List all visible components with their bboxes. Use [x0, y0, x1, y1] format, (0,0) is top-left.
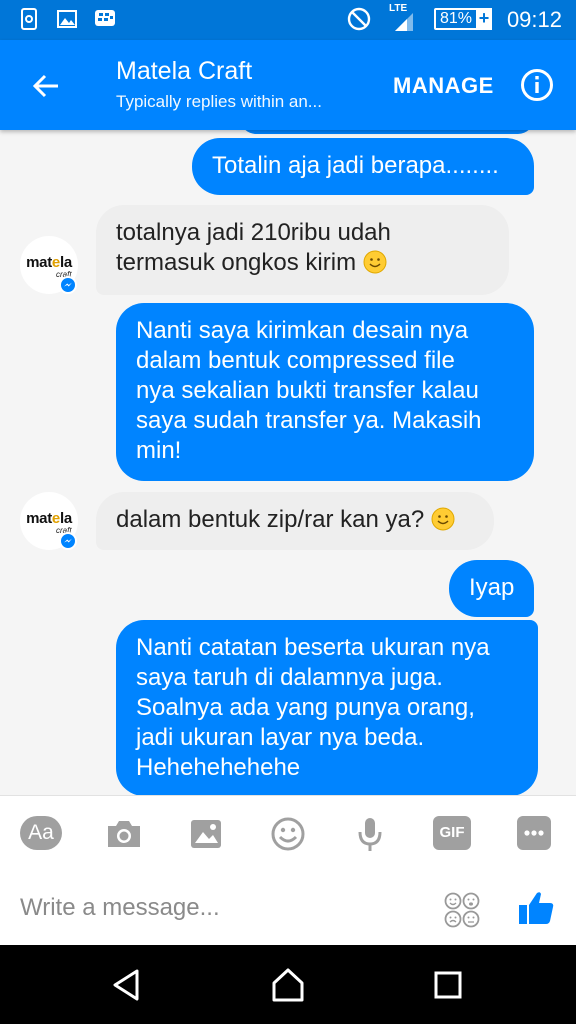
back-arrow-icon[interactable] — [28, 68, 64, 104]
like-thumb-icon[interactable] — [516, 888, 556, 928]
camera-icon[interactable] — [104, 816, 144, 852]
microphone-icon[interactable] — [350, 816, 390, 852]
status-bar: LTE 81% + 09:12 — [0, 0, 576, 40]
charging-icon: + — [476, 8, 492, 30]
smile-emoji-icon — [363, 250, 387, 274]
message-input[interactable] — [20, 894, 420, 922]
gallery-icon — [57, 10, 77, 28]
message-text: Totalin aja jadi berapa........ — [212, 152, 499, 179]
app-bar: Matela Craft Typically replies within an… — [0, 40, 576, 130]
stickers-icon[interactable] — [443, 891, 481, 929]
message-bubble-outgoing[interactable]: Nanti saya kirimkan desain nya dalam ben… — [116, 303, 534, 481]
brand-logo: matela — [26, 254, 72, 271]
message-bubble-incoming[interactable]: totalnya jadi 210ribu udah termasuk ongk… — [96, 205, 509, 295]
recent-apps-icon[interactable] — [430, 967, 466, 1003]
message-text-line: Nanti saya kirimkan desain nya — [136, 317, 469, 344]
do-not-disturb-icon — [347, 7, 371, 31]
message-text-line: dalam bentuk compressed file — [136, 347, 455, 374]
battery-indicator: 81% + — [434, 8, 492, 30]
message-text-line: Soalnya ada yang punya orang, — [136, 694, 475, 721]
clock: 09:12 — [506, 7, 562, 32]
manage-button[interactable]: MANAGE — [393, 73, 494, 99]
message-text-line: nya sekalian bukti transfer kalau — [136, 377, 479, 404]
message-text-line: termasuk ongkos kirim — [116, 249, 357, 276]
gallery-icon[interactable] — [186, 816, 226, 852]
gif-button[interactable]: GIF — [433, 816, 471, 850]
message-bubble-outgoing[interactable]: Nanti catatan beserta ukuran nya saya ta… — [116, 620, 538, 795]
reply-time-status: Typically replies within an... — [116, 92, 322, 111]
signal-icon — [395, 13, 413, 31]
text-style-button[interactable]: Aa — [20, 816, 62, 850]
home-icon[interactable] — [270, 967, 306, 1003]
message-text: Iyap — [469, 574, 515, 601]
messenger-badge-icon — [59, 276, 77, 294]
message-bubble-outgoing[interactable]: Iyap — [449, 560, 534, 617]
message-text-line: Hehehehehehe — [136, 754, 301, 781]
messenger-badge-icon — [59, 532, 77, 550]
page-title[interactable]: Matela Craft — [116, 57, 252, 86]
emoji-icon[interactable] — [268, 816, 308, 852]
message-bubble-outgoing[interactable]: Totalin aja jadi berapa........ — [192, 138, 534, 195]
message-text-line: totalnya jadi 210ribu udah — [116, 219, 391, 246]
avatar[interactable]: matela craft — [20, 236, 78, 294]
avatar[interactable]: matela craft — [20, 492, 78, 550]
battery-percent: 81% — [439, 10, 473, 27]
bbm-icon — [95, 10, 115, 26]
message-bubble-partial — [240, 130, 534, 134]
info-icon[interactable] — [520, 68, 554, 102]
message-text-line: jadi ukuran layar nya beda. — [136, 724, 425, 751]
message-text: dalam bentuk zip/rar kan ya? — [116, 506, 425, 533]
message-text-line: saya taruh di dalamnya juga. — [136, 664, 443, 691]
screen-rotation-icon — [21, 8, 37, 30]
message-text-line: saya sudah transfer ya. Makasih — [136, 407, 482, 434]
more-options-icon[interactable] — [517, 816, 551, 850]
system-navigation-bar — [0, 945, 576, 1024]
message-text-line: min! — [136, 437, 182, 464]
message-list[interactable]: Totalin aja jadi berapa........ matela c… — [0, 130, 576, 795]
smile-emoji-icon — [431, 507, 455, 531]
brand-logo: matela — [26, 510, 72, 527]
message-bubble-incoming[interactable]: dalam bentuk zip/rar kan ya? — [96, 492, 494, 550]
back-icon[interactable] — [109, 967, 145, 1003]
message-composer: Aa GIF — [0, 795, 576, 946]
message-text-line: Nanti catatan beserta ukuran nya — [136, 634, 490, 661]
